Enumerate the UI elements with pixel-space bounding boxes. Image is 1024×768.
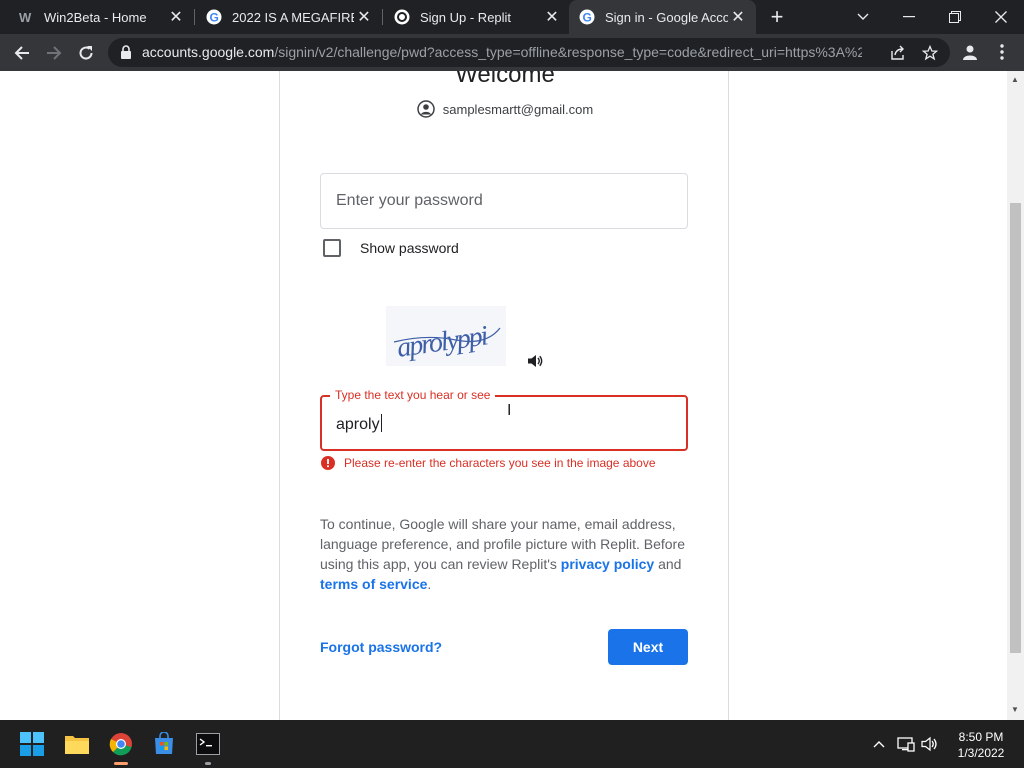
address-bar[interactable]: accounts.google.com/signin/v2/challenge/…: [108, 38, 950, 67]
close-tab-icon[interactable]: ✕: [166, 7, 186, 27]
captcha-field-label: Type the text you hear or see: [330, 388, 496, 402]
tab-title: Win2Beta - Home: [44, 9, 147, 25]
account-email: samplesmartt@gmail.com: [442, 101, 594, 117]
ibeam-cursor-icon: I: [507, 402, 512, 419]
tab-search-chevron-icon[interactable]: [840, 0, 886, 34]
tab-title: Sign Up - Replit: [420, 9, 512, 25]
tab-google-signin[interactable]: G Sign in - Google Accou ✕: [569, 0, 756, 34]
system-clock[interactable]: 8:50 PM 1/3/2022: [948, 729, 1014, 761]
tab-megafire[interactable]: G 2022 IS A MEGAFIRE - I ✕: [194, 0, 382, 34]
windows-start-icon[interactable]: [16, 728, 48, 760]
show-password-checkbox[interactable]: [323, 239, 341, 257]
active-app-indicator: [114, 762, 128, 765]
captcha-typed-text: aproly: [336, 416, 380, 433]
page-title: Welcome: [455, 71, 555, 88]
notice-and: and: [654, 556, 682, 572]
tab-strip: W Win2Beta - Home ✕ G 2022 IS A MEGAFIRE…: [0, 0, 1024, 34]
close-tab-icon[interactable]: ✕: [354, 7, 374, 27]
password-placeholder: Enter your password: [336, 192, 483, 209]
chrome-icon[interactable]: [105, 728, 137, 760]
win2beta-icon: W: [19, 10, 32, 25]
error-text: Please re-enter the characters you see i…: [344, 456, 656, 470]
volume-icon[interactable]: [919, 732, 941, 756]
show-password-label: Show password: [360, 240, 459, 256]
show-password-toggle[interactable]: Show password: [323, 239, 459, 257]
google-icon: G: [579, 9, 595, 25]
tab-title: 2022 IS A MEGAFIRE - I: [232, 9, 354, 25]
file-explorer-icon[interactable]: [61, 728, 93, 760]
notice-end: .: [427, 576, 432, 592]
url-path: /signin/v2/challenge/pwd?access_type=off…: [274, 44, 862, 60]
profile-avatar-icon[interactable]: [958, 40, 982, 64]
google-icon: G: [206, 9, 222, 25]
terms-of-service-link[interactable]: terms of service: [320, 576, 427, 592]
replit-icon: [394, 9, 410, 25]
svg-text:G: G: [583, 11, 592, 25]
more-menu-icon[interactable]: [992, 40, 1012, 64]
privacy-policy-link[interactable]: privacy policy: [561, 556, 654, 572]
speaker-audio-icon[interactable]: [527, 353, 543, 369]
captcha-input[interactable]: Type the text you hear or see aproly: [320, 388, 688, 451]
share-icon[interactable]: [888, 43, 908, 63]
account-circle-icon: [417, 100, 435, 118]
close-tab-icon[interactable]: ✕: [728, 7, 748, 27]
signin-card: Welcome samplesmartt@gmail.com Enter you…: [279, 71, 729, 720]
forward-arrow-icon[interactable]: [40, 39, 68, 67]
new-tab-plus-icon[interactable]: +: [765, 4, 789, 29]
open-app-indicator: [205, 762, 211, 765]
error-icon: [321, 456, 335, 470]
reload-icon[interactable]: [72, 39, 100, 67]
next-button[interactable]: Next: [608, 629, 688, 665]
captcha-image: aprolyppi: [386, 306, 506, 366]
svg-text:W: W: [19, 10, 32, 25]
tab-replit[interactable]: Sign Up - Replit ✕: [382, 0, 570, 34]
bookmark-star-icon[interactable]: [920, 43, 940, 63]
close-tab-icon[interactable]: ✕: [542, 7, 562, 27]
url-text: accounts.google.com/signin/v2/challenge/…: [142, 44, 862, 60]
text-caret: [380, 414, 382, 432]
account-chip[interactable]: samplesmartt@gmail.com: [280, 100, 730, 118]
browser-toolbar: accounts.google.com/signin/v2/challenge/…: [0, 34, 1024, 71]
scroll-thumb[interactable]: [1010, 203, 1021, 653]
tab-win2beta[interactable]: W Win2Beta - Home ✕: [0, 0, 194, 34]
close-window-icon[interactable]: [978, 0, 1024, 34]
captcha-error-message: Please re-enter the characters you see i…: [321, 456, 656, 470]
back-arrow-icon[interactable]: [8, 39, 36, 67]
forgot-password-link[interactable]: Forgot password?: [320, 639, 442, 655]
lock-icon[interactable]: [120, 45, 132, 59]
network-icon[interactable]: [895, 732, 917, 756]
scroll-up-arrow-icon[interactable]: ▲: [1011, 75, 1019, 84]
clock-time: 8:50 PM: [958, 730, 1004, 744]
captcha-input-value: aproly: [336, 414, 382, 434]
taskbar: 8:50 PM 1/3/2022: [0, 720, 1024, 768]
clock-date: 1/3/2022: [957, 746, 1005, 760]
minimize-icon[interactable]: [886, 0, 932, 34]
url-domain: accounts.google.com: [142, 44, 275, 60]
password-input[interactable]: Enter your password: [320, 173, 688, 229]
terminal-icon[interactable]: [192, 728, 224, 760]
svg-text:G: G: [210, 11, 219, 25]
microsoft-store-icon[interactable]: [148, 728, 180, 760]
show-hidden-icons-chevron-icon[interactable]: [868, 732, 890, 756]
consent-notice: To continue, Google will share your name…: [320, 514, 692, 594]
scroll-down-arrow-icon[interactable]: ▼: [1011, 705, 1019, 714]
tab-title: Sign in - Google Accou: [605, 9, 728, 25]
page-content: Welcome samplesmartt@gmail.com Enter you…: [0, 71, 1024, 720]
page-scrollbar[interactable]: ▲ ▼: [1007, 71, 1024, 720]
restore-icon[interactable]: [932, 0, 978, 34]
